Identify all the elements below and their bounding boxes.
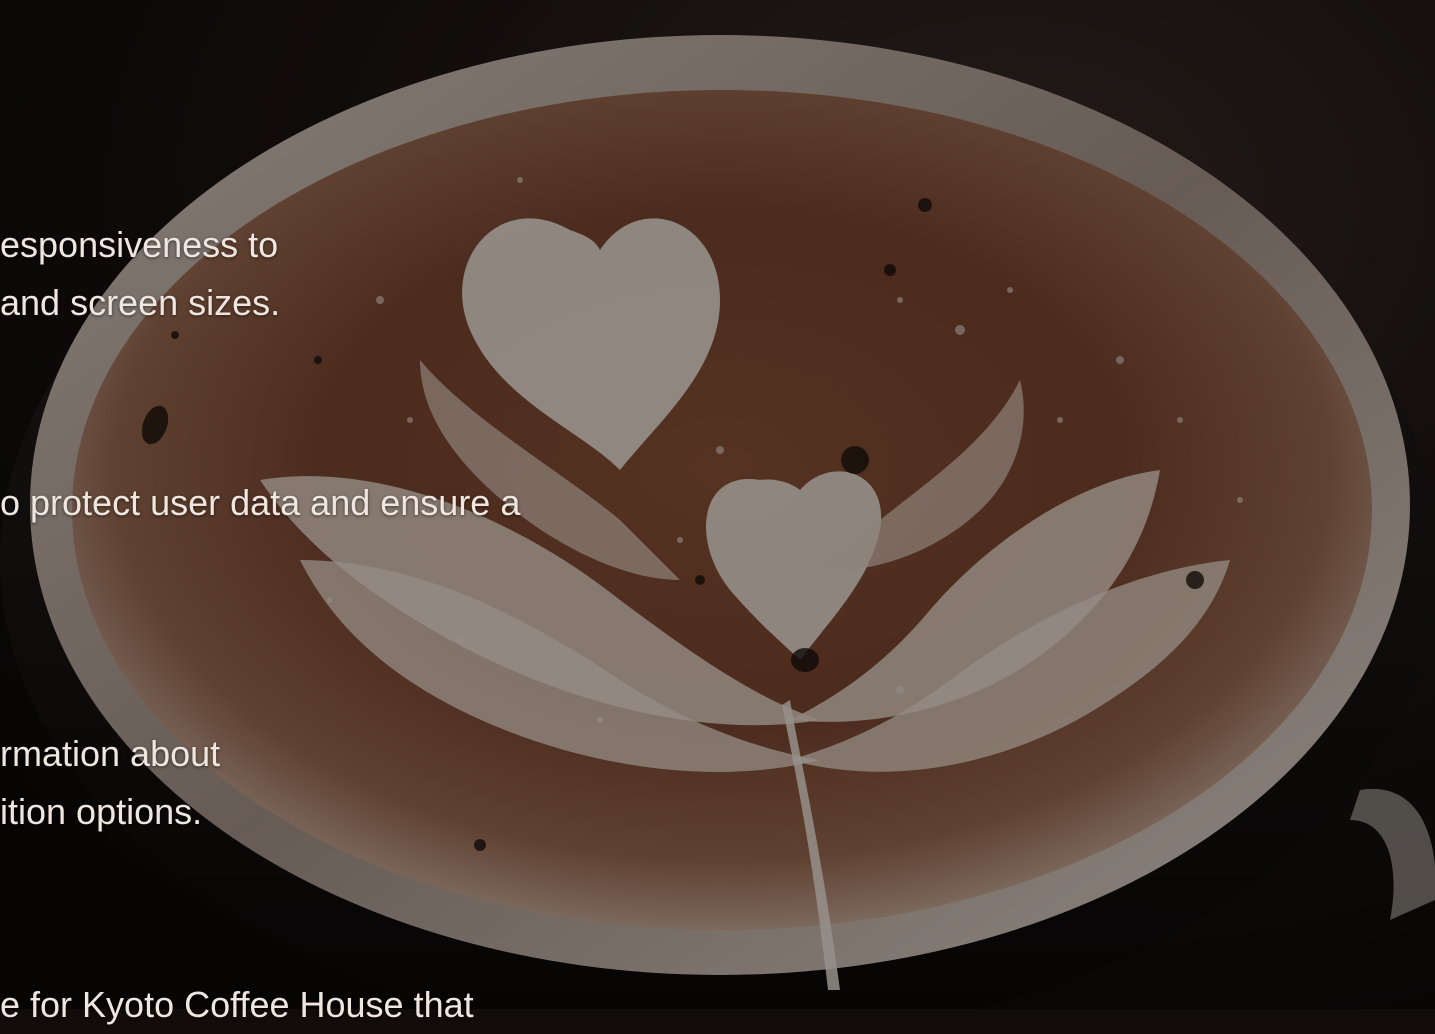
text-block-information: rmation about ition options.	[0, 725, 220, 841]
text-line: e for Kyoto Coffee House that	[0, 984, 474, 1025]
text-block-responsiveness: esponsiveness to and screen sizes.	[0, 216, 280, 332]
text-line: o protect user data and ensure a	[0, 482, 521, 523]
text-block-kyoto-coffee-house: e for Kyoto Coffee House that	[0, 976, 474, 1034]
text-line: rmation about	[0, 733, 221, 774]
text-block-security: o protect user data and ensure a	[0, 474, 520, 532]
text-line: esponsiveness to	[0, 224, 279, 265]
text-line: and screen sizes.	[0, 282, 281, 323]
text-line: ition options.	[0, 791, 203, 832]
